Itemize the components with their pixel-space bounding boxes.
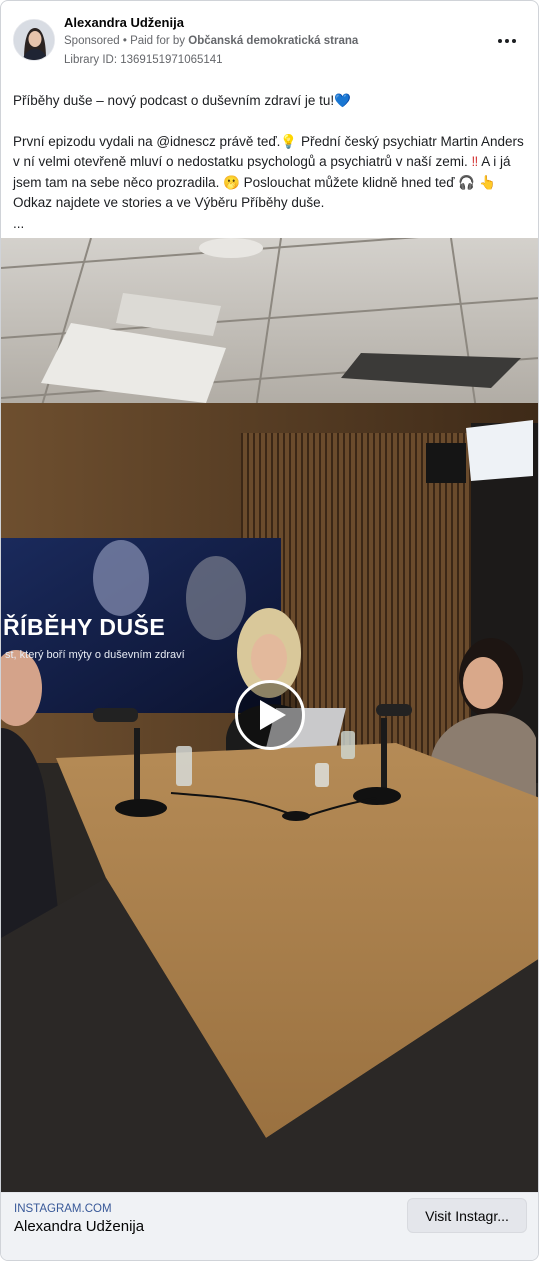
visit-instagram-button[interactable]: Visit Instagr...	[407, 1198, 527, 1233]
paid-for-prefix: Paid for by	[130, 35, 186, 47]
link-footer[interactable]: INSTAGRAM.COM Alexandra Udženija Visit I…	[1, 1192, 538, 1260]
sponsor-line: Sponsored • Paid for by Občanská demokra…	[64, 35, 358, 47]
post-paragraph-2: První epizodu vydali na @idnescz právě t…	[13, 133, 524, 211]
play-icon[interactable]	[235, 680, 305, 750]
see-more-ellipsis[interactable]: ...	[13, 214, 527, 235]
video-thumbnail[interactable]: ŘÍBĚHY DUŠE st, který boří mýty o duševn…	[1, 238, 538, 1192]
more-options-icon[interactable]	[495, 31, 519, 51]
sponsored-label: Sponsored	[64, 35, 120, 47]
link-domain: INSTAGRAM.COM	[14, 1203, 112, 1215]
post-line-1: Příběhy duše – nový podcast o duševním z…	[13, 93, 351, 108]
ad-card: Alexandra Udženija Sponsored • Paid for …	[0, 0, 539, 1261]
headphones-icon: 🎧	[458, 174, 476, 190]
face-icon: 🫢	[223, 174, 240, 190]
library-id: Library ID: 1369151971065141	[64, 54, 223, 66]
ad-header: Alexandra Udženija Sponsored • Paid for …	[1, 1, 538, 81]
screen-title: ŘÍBĚHY DUŠE	[3, 614, 166, 640]
blue-heart-icon: 💙	[334, 93, 351, 108]
pointing-hand-icon: 👆	[478, 174, 496, 190]
advertiser-name[interactable]: Alexandra Udženija	[64, 15, 184, 30]
bulb-icon: 💡	[280, 133, 298, 149]
paid-for-by[interactable]: Občanská demokratická strana	[188, 35, 358, 47]
screen-subtitle: st, který boří mýty o duševním zdraví	[5, 649, 185, 661]
post-text: Příběhy duše – nový podcast o duševním z…	[13, 91, 527, 234]
link-title: Alexandra Udženija	[14, 1218, 145, 1235]
separator-dot: •	[122, 35, 131, 47]
avatar[interactable]	[13, 19, 55, 61]
